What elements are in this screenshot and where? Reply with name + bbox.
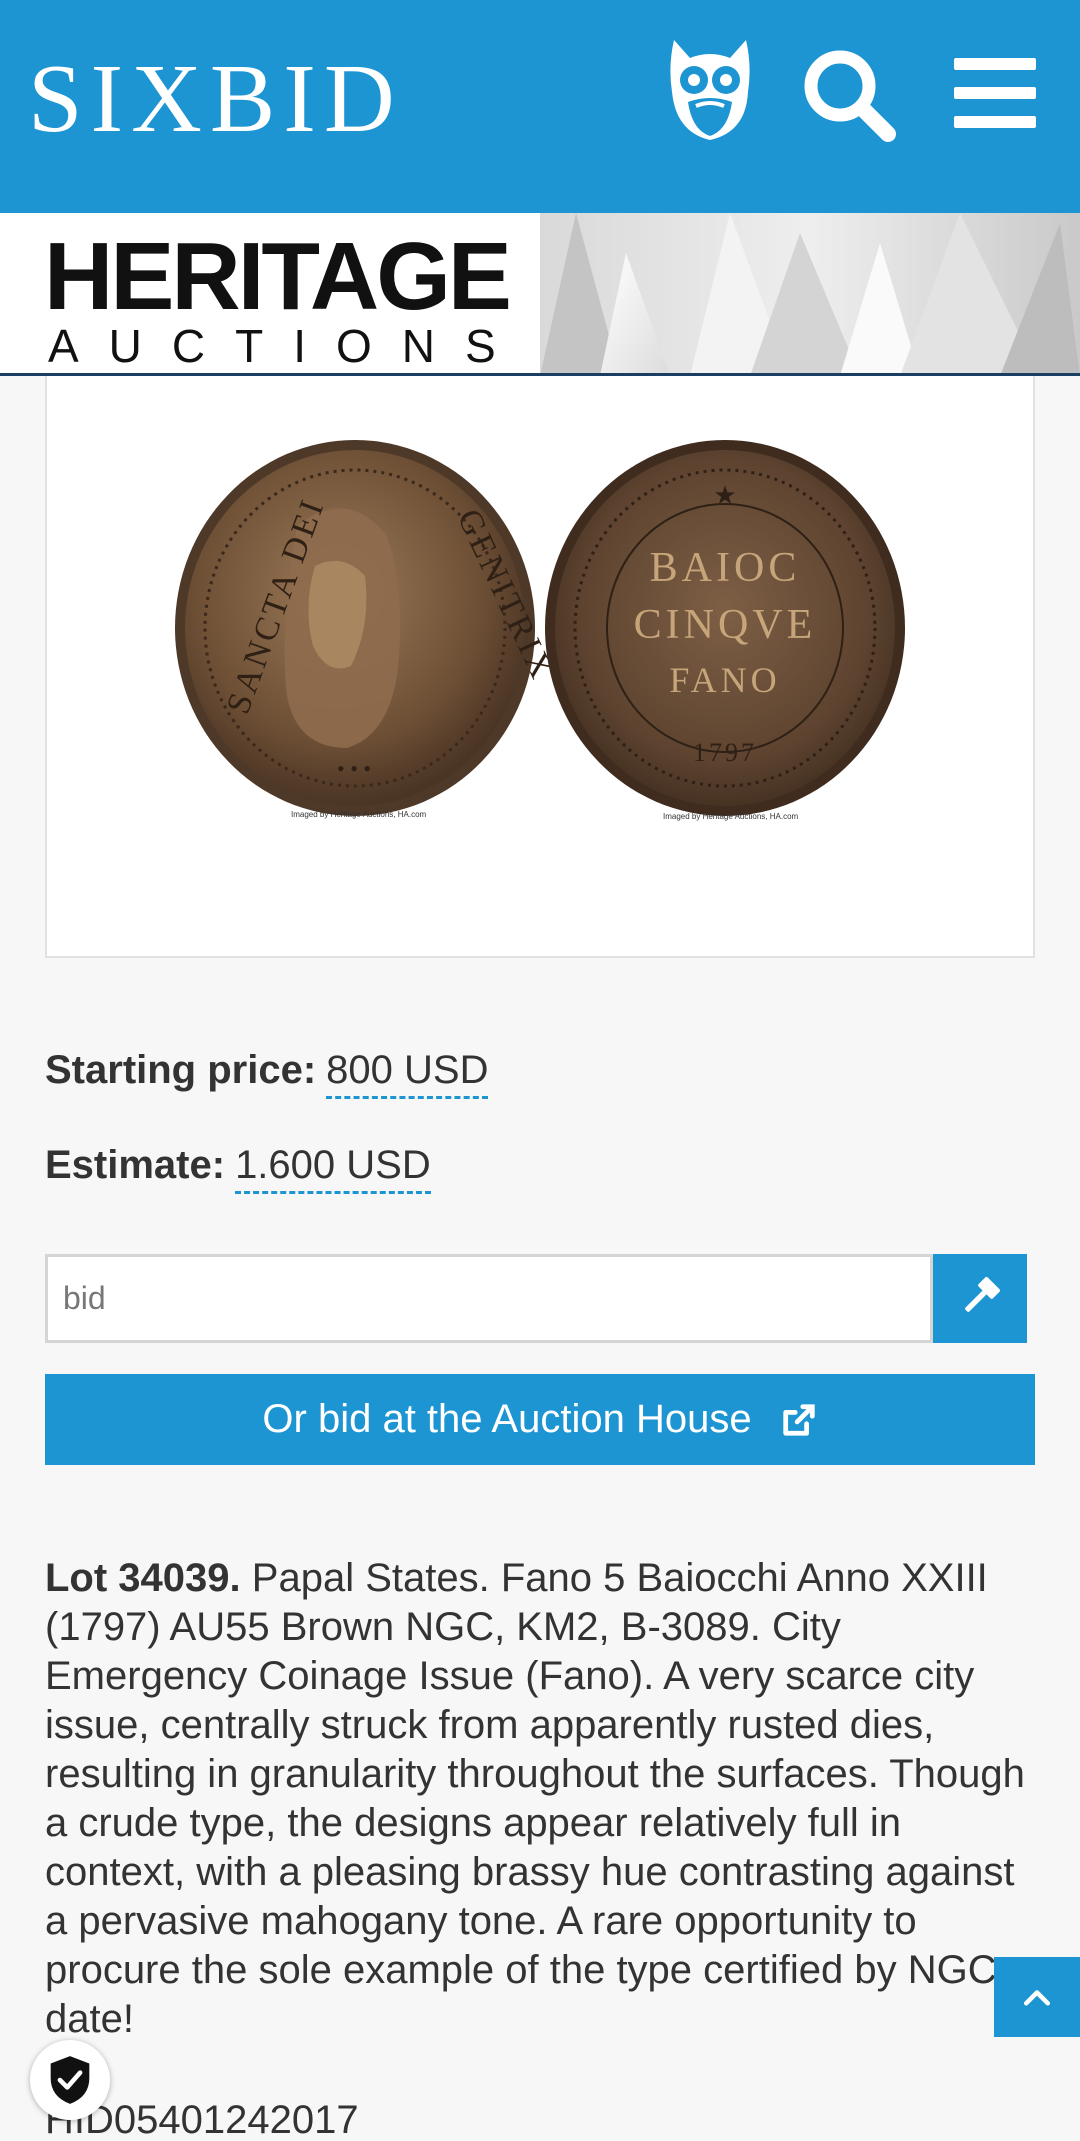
svg-text:BAIOC: BAIOC: [650, 545, 801, 591]
logo-line-2: AUCTIONS: [48, 320, 526, 372]
coin-reverse: BAIOC CINQVE FANO ★ 1797: [545, 440, 905, 816]
external-link-icon: [782, 1403, 815, 1436]
coin-image: SANCTA DEI GENITRIX • • • BAIOC CINQVE F…: [175, 440, 905, 816]
gavel-icon: [965, 1276, 1001, 1312]
place-bid-button[interactable]: [933, 1254, 1027, 1343]
svg-text:★: ★: [713, 481, 736, 510]
top-navigation-bar: SIXBID: [0, 0, 1080, 213]
search-icon[interactable]: [800, 46, 900, 146]
chevron-up-icon: [1023, 1990, 1051, 2006]
scroll-to-top-button[interactable]: [994, 1957, 1080, 2037]
starting-price: Starting price: 800 USD: [45, 1048, 489, 1099]
estimate-value[interactable]: 1.600 USD: [235, 1143, 431, 1194]
bid-input[interactable]: [45, 1254, 933, 1343]
shield-check-icon: [50, 2056, 90, 2104]
starting-price-label: Starting price:: [45, 1048, 317, 1092]
svg-text:FANO: FANO: [669, 660, 780, 700]
coin-obverse: SANCTA DEI GENITRIX • • •: [175, 440, 561, 816]
lot-image-frame[interactable]: SANCTA DEI GENITRIX • • • BAIOC CINQVE F…: [45, 376, 1035, 958]
bid-at-auction-house-label: Or bid at the Auction House: [262, 1397, 752, 1441]
image-credit-left: Imaged by Heritage Auctions, HA.com: [291, 810, 427, 819]
sixbid-logo[interactable]: SIXBID: [28, 50, 403, 148]
lot-number: Lot 34039.: [45, 1556, 241, 1600]
logo-line-1: HERITAGE: [44, 223, 512, 330]
starting-price-value[interactable]: 800 USD: [326, 1048, 489, 1099]
estimate: Estimate: 1.600 USD: [45, 1143, 431, 1194]
image-credit-right: Imaged by Heritage Auctions, HA.com: [663, 812, 799, 821]
svg-text:CINQVE: CINQVE: [634, 602, 817, 648]
privacy-badge[interactable]: [30, 2040, 110, 2120]
lot-description: Lot 34039. Papal States. Fano 5 Baiocchi…: [45, 1554, 1045, 2044]
lot-description-text: Papal States. Fano 5 Baiocchi Anno XXIII…: [45, 1556, 1042, 2041]
banner-background-art: [540, 213, 1080, 373]
bid-at-auction-house-button[interactable]: Or bid at the Auction House: [45, 1374, 1035, 1465]
owl-icon[interactable]: [668, 36, 752, 144]
auction-house-banner[interactable]: HERITAGE AUCTIONS: [0, 213, 1080, 376]
svg-text:• • •: • • •: [337, 756, 371, 781]
svg-text:1797: 1797: [693, 738, 757, 767]
estimate-label: Estimate:: [45, 1143, 226, 1187]
hamburger-menu-icon[interactable]: [954, 56, 1036, 130]
heritage-auctions-logo: HERITAGE AUCTIONS: [44, 223, 540, 372]
